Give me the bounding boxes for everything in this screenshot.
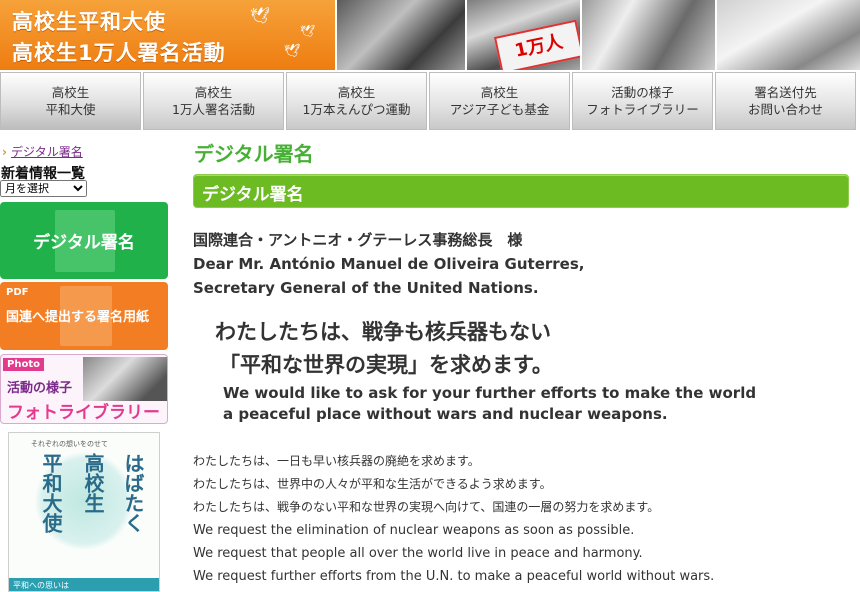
- banner-photo: 1万人: [465, 0, 580, 70]
- banner-photo: [580, 0, 715, 70]
- nav-item-line1: 高校生: [480, 85, 519, 100]
- dove-icon: 🕊: [284, 44, 301, 59]
- nav-item-signature-campaign[interactable]: 高校生 1万人署名活動: [143, 72, 284, 130]
- digital-signature-label: デジタル署名: [33, 233, 135, 253]
- breadcrumb: › デジタル署名: [2, 143, 83, 160]
- request-jp: わたしたちは、一日も早い核兵器の廃絶を求めます。: [193, 454, 480, 468]
- nav-item-line2: 1万人署名活動: [172, 102, 255, 117]
- nav-item-peace-ambassador[interactable]: 高校生 平和大使: [0, 72, 141, 130]
- addressee-line: Secretary General of the United Nations.: [193, 279, 539, 297]
- main-nav: 高校生 平和大使 高校生 1万人署名活動 高校生 1万本えんぴつ運動 高校生 ア…: [0, 72, 860, 132]
- nav-item-line1: 高校生: [51, 85, 90, 100]
- header-banner: 高校生平和大使 高校生1万人署名活動 🕊 🕊 🕊 1万人: [0, 0, 860, 70]
- slogan-line: わたしたちは、戦争も核兵器もない: [215, 320, 551, 344]
- banner-title-line1: 高校生平和大使: [12, 10, 166, 34]
- month-select[interactable]: 月を選択: [0, 180, 87, 197]
- book-title-col1: はばたく: [121, 453, 145, 533]
- photo-library-button[interactable]: Photo 活動の様子 フォトライブラリー: [0, 354, 168, 424]
- dove-icon: 🕊: [300, 24, 316, 38]
- slogan-english: We would like to ask for your further ef…: [223, 383, 756, 425]
- request-jp: わたしたちは、世界中の人々が平和な生活ができるよう求めます。: [193, 477, 552, 491]
- addressee: 国際連合・アントニオ・グテーレス事務総長 様 Dear Mr. António …: [193, 228, 584, 300]
- nav-item-line2: アジア子ども基金: [449, 102, 550, 117]
- request-en: We request further efforts from the U.N.…: [193, 569, 715, 584]
- breadcrumb-link-digital-signature[interactable]: デジタル署名: [11, 145, 83, 159]
- photo-library-line2: フォトライブラリー: [7, 403, 160, 423]
- nav-item-pencil-campaign[interactable]: 高校生 1万本えんぴつ運動: [286, 72, 427, 130]
- banner-photo: [335, 0, 465, 70]
- nav-item-line1: 活動の様子: [611, 85, 674, 100]
- nav-item-line2: フォトライブラリー: [586, 102, 699, 117]
- banner-photos: 1万人: [335, 0, 860, 70]
- photo-library-line1: 活動の様子: [7, 381, 73, 396]
- dove-icon: 🕊: [250, 6, 271, 25]
- nav-item-line1: 高校生: [337, 85, 376, 100]
- pdf-form-label: 国連へ提出する署名用紙: [6, 310, 150, 325]
- book-title-col2: 高校生: [81, 453, 105, 513]
- nav-item-line2: お問い合わせ: [747, 102, 823, 117]
- slogan-line: 「平和な世界の実現」を求めます。: [219, 353, 553, 377]
- photo-tag: Photo: [3, 358, 44, 371]
- book-subtitle: それぞれの想いをのせて: [31, 440, 108, 448]
- banner-title-line2: 高校生1万人署名活動: [12, 41, 226, 65]
- nav-item-asia-children-fund[interactable]: 高校生 アジア子ども基金: [429, 72, 570, 130]
- page-title: デジタル署名: [194, 142, 314, 166]
- book-cover-banner[interactable]: それぞれの想いをのせて はばたく 高校生 平和大使 平和への思いは: [8, 432, 160, 592]
- slogan: わたしたちは、戦争も核兵器もない 「平和な世界の実現」を求めます。: [215, 316, 553, 382]
- activity-photo: [83, 357, 167, 401]
- pdf-tag: PDF: [6, 287, 29, 298]
- request-jp: わたしたちは、戦争のない平和な世界の実現へ向けて、国連の一層の努力を求めます。: [193, 500, 660, 514]
- request-en: We request the elimination of nuclear we…: [193, 523, 635, 538]
- nav-item-line2: 1万本えんぴつ運動: [302, 102, 411, 117]
- nav-item-line1: 署名送付先: [754, 85, 817, 100]
- requests: わたしたちは、一日も早い核兵器の廃絶を求めます。 わたしたちは、世界中の人々が平…: [193, 450, 714, 588]
- chevron-right-icon: ›: [2, 145, 7, 159]
- pdf-signature-form-button[interactable]: PDF 国連へ提出する署名用紙: [0, 282, 168, 350]
- nav-item-line2: 平和大使: [45, 102, 96, 117]
- nav-item-photo-library[interactable]: 活動の様子 フォトライブラリー: [572, 72, 713, 130]
- book-band: 平和への思いは: [9, 578, 159, 591]
- section-title: デジタル署名: [202, 185, 304, 205]
- nav-item-line1: 高校生: [194, 85, 233, 100]
- banner-photo: [715, 0, 860, 70]
- banner-sign: 1万人: [493, 19, 580, 70]
- book-title-col3: 平和大使: [39, 453, 63, 533]
- slogan-english-line: a peaceful place without wars and nuclea…: [223, 405, 668, 423]
- section-title-bar: デジタル署名: [193, 174, 849, 208]
- digital-signature-button[interactable]: デジタル署名: [0, 202, 168, 279]
- addressee-line: 国際連合・アントニオ・グテーレス事務総長 様: [193, 231, 523, 249]
- addressee-line: Dear Mr. António Manuel de Oliveira Gute…: [193, 255, 585, 273]
- slogan-english-line: We would like to ask for your further ef…: [223, 384, 757, 402]
- nav-item-contact[interactable]: 署名送付先 お問い合わせ: [715, 72, 856, 130]
- request-en: We request that people all over the worl…: [193, 546, 643, 561]
- banner-title-area[interactable]: 高校生平和大使 高校生1万人署名活動 🕊 🕊 🕊: [0, 0, 335, 70]
